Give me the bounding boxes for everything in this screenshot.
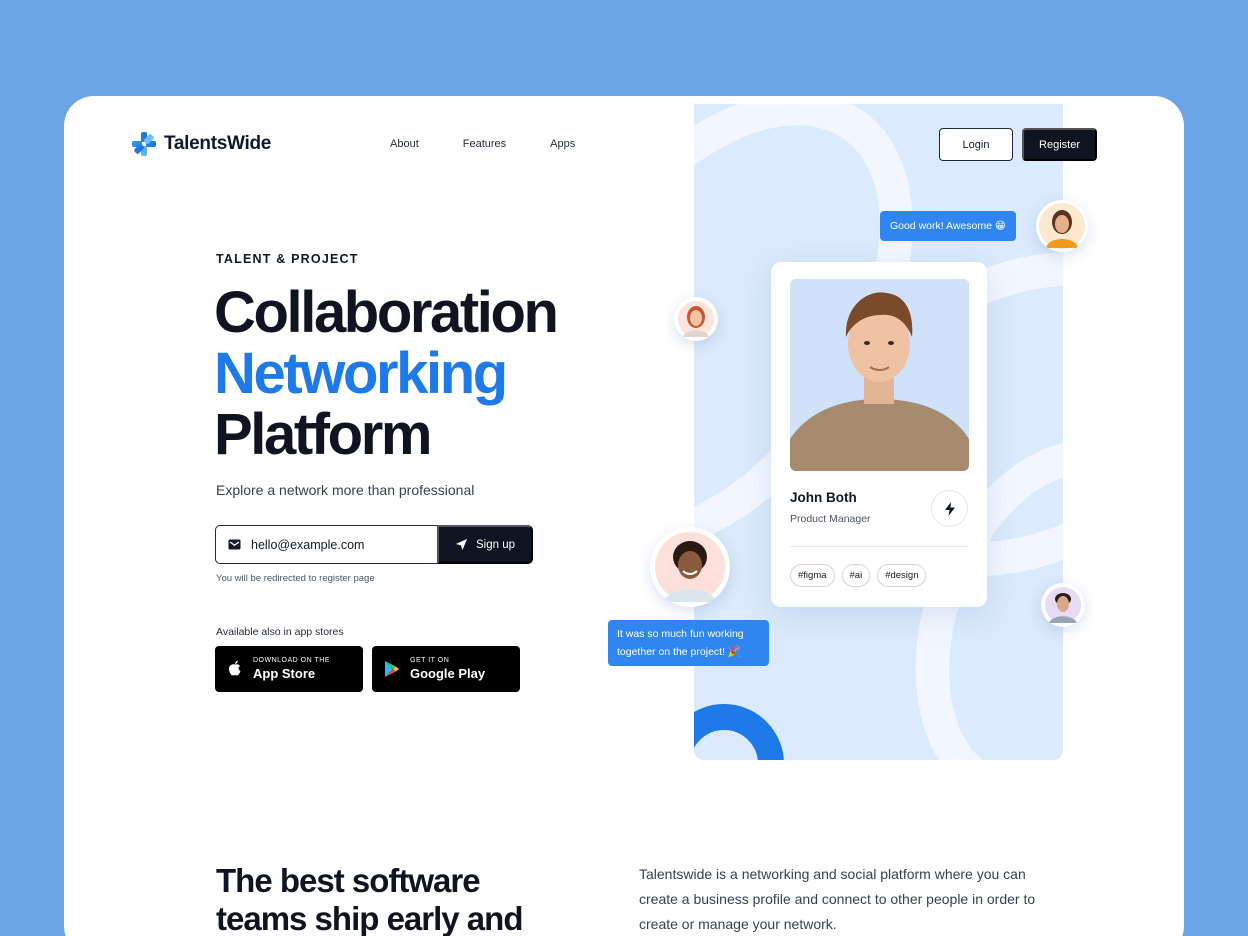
email-input[interactable] bbox=[251, 537, 421, 552]
chat-bubble-bottom-line2: together on the project! 🎉 bbox=[617, 646, 741, 658]
google-play-small: GET IT ON bbox=[410, 657, 450, 664]
blue-ribbon-shape bbox=[694, 704, 784, 760]
stores-label: Available also in app stores bbox=[216, 626, 344, 638]
app-store-button[interactable]: DOWNLOAD ON THE App Store bbox=[215, 646, 363, 692]
hero-eyebrow: TALENT & PROJECT bbox=[216, 252, 359, 266]
chat-bubble-top: Good work! Awesome 😁 bbox=[880, 211, 1016, 241]
nav-about[interactable]: About bbox=[390, 138, 419, 150]
app-store-big: App Store bbox=[253, 666, 316, 681]
signup-button-label: Sign up bbox=[475, 538, 515, 551]
app-store-small: DOWNLOAD ON THE bbox=[253, 657, 330, 664]
google-play-button[interactable]: GET IT ON Google Play bbox=[372, 646, 520, 692]
mail-icon bbox=[228, 539, 241, 550]
hero-title-line1: Collaboration bbox=[214, 280, 559, 345]
hero-title-line2: Networking bbox=[214, 341, 508, 406]
profile-divider bbox=[790, 546, 969, 547]
nav-apps[interactable]: Apps bbox=[550, 138, 575, 150]
brand-logo[interactable]: TalentsWide bbox=[130, 130, 271, 158]
tag-chip[interactable]: #figma bbox=[790, 564, 835, 587]
nav-features[interactable]: Features bbox=[463, 138, 506, 150]
chat-bubble-bottom: It was so much fun working together on t… bbox=[608, 620, 769, 666]
avatar-man-curly bbox=[650, 527, 730, 607]
hero-title-line3: Platform bbox=[214, 402, 432, 467]
profile-role: Product Manager bbox=[790, 513, 871, 525]
chat-bubble-bottom-line1: It was so much fun working bbox=[617, 628, 744, 640]
logo-icon bbox=[132, 132, 156, 156]
google-play-big: Google Play bbox=[410, 666, 486, 681]
lightning-icon bbox=[944, 501, 955, 516]
landing-card: TalentsWide About Features Apps Login Re… bbox=[64, 96, 1184, 936]
bolt-button[interactable] bbox=[931, 490, 968, 527]
signup-form: Sign up bbox=[215, 525, 533, 564]
profile-name: John Both bbox=[790, 490, 857, 505]
avatar-man-right bbox=[1041, 583, 1085, 627]
profile-tags: #figma #ai #design bbox=[790, 564, 927, 587]
register-button[interactable]: Register bbox=[1022, 128, 1097, 161]
tag-chip[interactable]: #design bbox=[877, 564, 927, 587]
google-play-icon bbox=[385, 661, 399, 677]
send-icon bbox=[455, 538, 468, 551]
section-heading: The best software teams ship early and bbox=[216, 862, 523, 936]
profile-photo bbox=[790, 279, 969, 471]
section-description: Talentswide is a networking and social p… bbox=[639, 866, 1036, 932]
avatar-woman-left bbox=[674, 297, 718, 341]
avatar-woman-top bbox=[1036, 200, 1088, 252]
profile-card[interactable]: John Both Product Manager #figma #ai #de… bbox=[771, 262, 987, 607]
login-button[interactable]: Login bbox=[939, 128, 1013, 161]
hero-subtitle: Explore a network more than professional bbox=[216, 482, 475, 498]
signup-button[interactable]: Sign up bbox=[437, 525, 533, 564]
main-nav: About Features Apps bbox=[390, 138, 575, 150]
email-field-wrapper bbox=[215, 525, 437, 564]
apple-icon bbox=[228, 660, 241, 676]
tag-chip[interactable]: #ai bbox=[841, 564, 871, 587]
hero-title: Collaboration Networking Platform bbox=[214, 280, 559, 467]
signup-hint: You will be redirected to register page bbox=[216, 573, 375, 584]
brand-name: TalentsWide bbox=[164, 133, 272, 154]
